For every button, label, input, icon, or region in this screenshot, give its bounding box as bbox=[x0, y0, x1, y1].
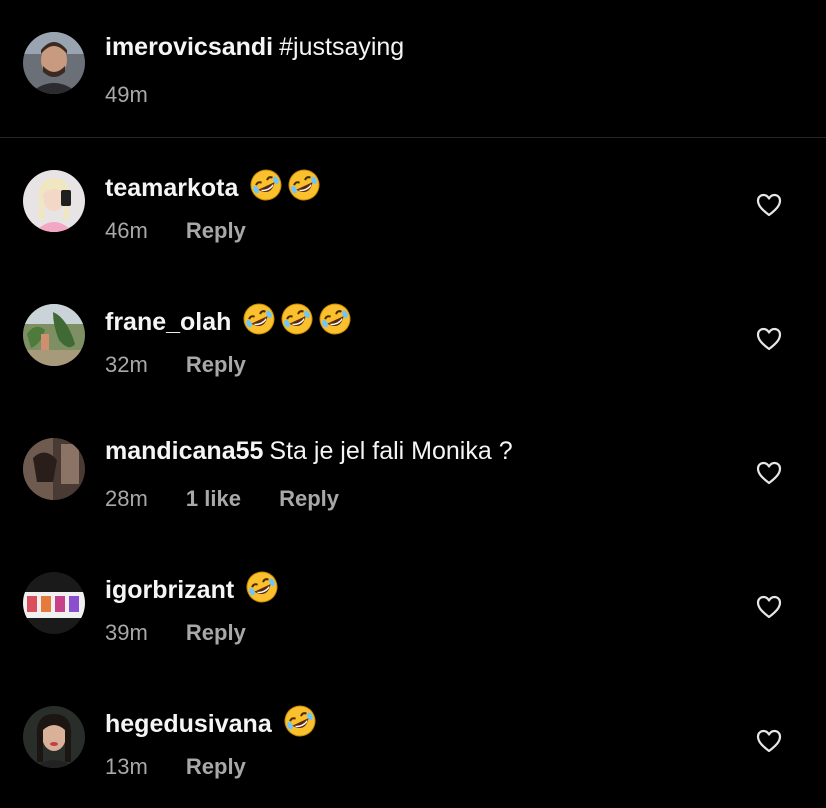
rolling-on-floor-laughing-emoji bbox=[280, 302, 314, 336]
avatar[interactable] bbox=[23, 304, 85, 366]
comment-username[interactable]: teamarkota bbox=[105, 174, 238, 202]
comment-item: teamarkota 46m Reply bbox=[0, 138, 826, 272]
comment-time: 46m bbox=[105, 218, 148, 243]
comment-username[interactable]: frane_olah bbox=[105, 308, 231, 336]
heart-icon[interactable] bbox=[756, 327, 782, 351]
comment-username[interactable]: mandicana55 bbox=[105, 437, 263, 465]
caption-time: 49m bbox=[105, 82, 148, 107]
heart-icon[interactable] bbox=[756, 461, 782, 485]
comment-time: 32m bbox=[105, 352, 148, 377]
avatar[interactable] bbox=[23, 438, 85, 500]
avatar[interactable] bbox=[23, 706, 85, 768]
avatar[interactable] bbox=[23, 32, 85, 94]
rolling-on-floor-laughing-emoji bbox=[287, 168, 321, 202]
heart-icon[interactable] bbox=[756, 595, 782, 619]
rolling-on-floor-laughing-emoji bbox=[283, 704, 317, 738]
reply-button[interactable]: Reply bbox=[186, 352, 246, 377]
reply-button[interactable]: Reply bbox=[279, 486, 339, 511]
rolling-on-floor-laughing-emoji bbox=[318, 302, 352, 336]
heart-icon[interactable] bbox=[756, 193, 782, 217]
reply-button[interactable]: Reply bbox=[186, 620, 246, 645]
comment-time: 39m bbox=[105, 620, 148, 645]
avatar[interactable] bbox=[23, 170, 85, 232]
reply-button[interactable]: Reply bbox=[186, 754, 246, 779]
comment-time: 28m bbox=[105, 486, 148, 511]
post-caption: imerovicsandi #justsaying 49m bbox=[0, 0, 826, 138]
heart-icon[interactable] bbox=[756, 729, 782, 753]
avatar[interactable] bbox=[23, 572, 85, 634]
comment-username[interactable]: hegedusivana bbox=[105, 710, 272, 738]
comment-item: igorbrizant 39m Reply bbox=[0, 540, 826, 674]
rolling-on-floor-laughing-emoji bbox=[249, 168, 283, 202]
rolling-on-floor-laughing-emoji bbox=[242, 302, 276, 336]
comment-item: mandicana55 Sta je jel fali Monika ? 28m … bbox=[0, 406, 826, 540]
comment-username[interactable]: igorbrizant bbox=[105, 576, 234, 604]
likes-count[interactable]: 1 like bbox=[186, 486, 241, 511]
reply-button[interactable]: Reply bbox=[186, 218, 246, 243]
caption-username[interactable]: imerovicsandi bbox=[105, 33, 273, 61]
comment-text: Sta je jel fali Monika ? bbox=[269, 437, 513, 465]
rolling-on-floor-laughing-emoji bbox=[245, 570, 279, 604]
caption-text[interactable]: #justsaying bbox=[279, 33, 404, 61]
comment-item: frane_olah 32m Reply bbox=[0, 272, 826, 406]
comment-time: 13m bbox=[105, 754, 148, 779]
comment-item: hegedusivana 13m Reply bbox=[0, 674, 826, 808]
